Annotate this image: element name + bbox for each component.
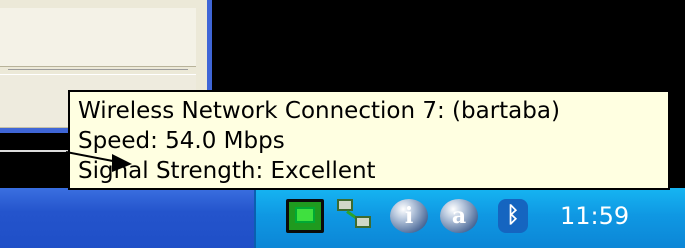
clock[interactable]: 11:59	[560, 200, 650, 232]
monitor-screen	[295, 207, 315, 223]
network-icon[interactable]	[337, 199, 379, 233]
network-node-icon	[337, 199, 353, 211]
window-panel	[0, 8, 196, 67]
monitor-icon[interactable]	[286, 199, 324, 233]
cursor-guide-line	[0, 150, 75, 152]
info-icon[interactable]: i	[390, 199, 428, 233]
tooltip-signal: Signal Strength: Excellent	[78, 158, 376, 184]
tooltip-title: Wireless Network Connection 7: (bartaba)	[78, 98, 560, 124]
arrow-cursor-icon	[66, 151, 132, 172]
tooltip-speed: Speed: 54.0 Mbps	[78, 128, 285, 154]
network-node-icon	[355, 216, 371, 228]
bluetooth-icon[interactable]: ᛒ	[498, 199, 528, 233]
network-tooltip: Wireless Network Connection 7: (bartaba)…	[68, 90, 670, 190]
a-icon[interactable]: a	[440, 199, 478, 233]
window-divider	[8, 69, 188, 70]
